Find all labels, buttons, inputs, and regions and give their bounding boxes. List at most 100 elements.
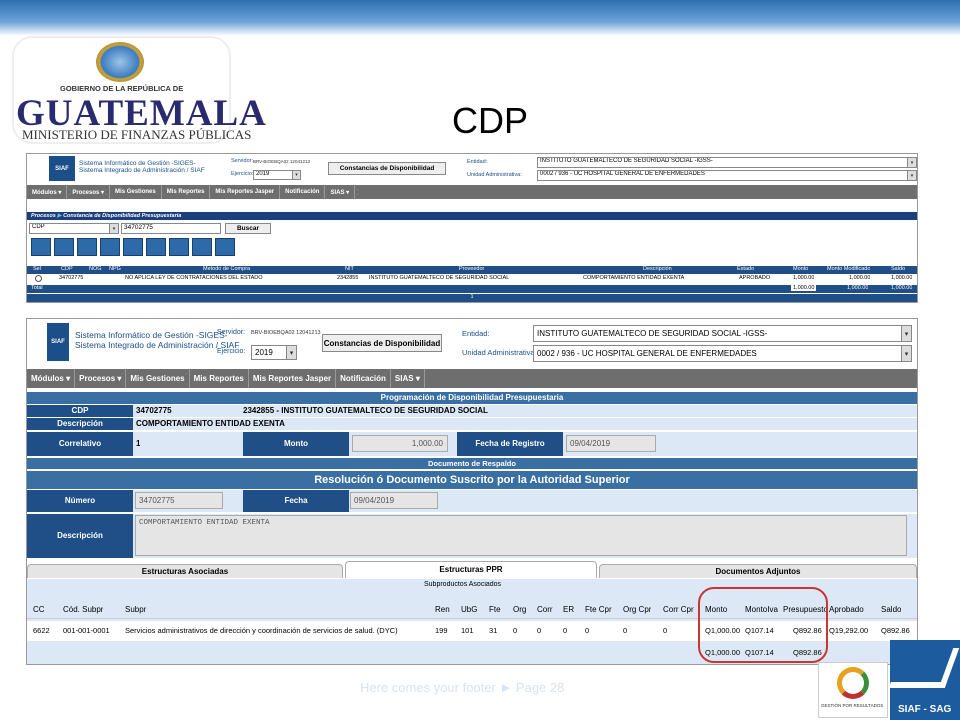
- menu-sias[interactable]: SIAS ▾: [325, 185, 356, 199]
- col-cdp: CDP: [61, 266, 73, 272]
- cell-descripcion: COMPORTAMIENTO ENTIDAD EXENTA: [583, 275, 685, 281]
- servidor-value-2: BRV-BIOEBQA02 12041213: [251, 330, 321, 336]
- table-row[interactable]: 34702775 NO APLICA LEY DE CONTRATACIONES…: [27, 275, 917, 283]
- servidor-label: Servidor:: [231, 158, 254, 164]
- cell-estado: APROBADO: [739, 275, 771, 281]
- print-icon[interactable]: [146, 238, 166, 256]
- menu-mis-gestiones-2[interactable]: Mis Gestiones: [126, 369, 190, 388]
- cell-subpr: Servicios administrativos de dirección y…: [125, 626, 398, 635]
- filter-type-select[interactable]: CDP ▾: [29, 223, 119, 234]
- cell-cc: 6622: [33, 626, 50, 635]
- entidad-select-2[interactable]: INSTITUTO GUATEMALTECO DE SEGURIDAD SOCI…: [533, 325, 912, 342]
- cell-fte: 31: [489, 626, 498, 635]
- coat-of-arms-icon: [96, 42, 144, 82]
- col-corr: Corr: [537, 605, 553, 614]
- fecha-registro-field[interactable]: 09/04/2019: [566, 435, 656, 452]
- unidad-select[interactable]: 0002 / 936 - UC HOSPITAL GENERAL DE ENFE…: [537, 170, 917, 181]
- descripcion-row: Descripción COMPORTAMIENTO ENTIDAD EXENT…: [27, 418, 917, 430]
- numero-field[interactable]: 34702775: [135, 492, 223, 509]
- siaf-sag-logo: SIAF - SAG: [888, 640, 960, 720]
- calculator-icon[interactable]: [169, 238, 189, 256]
- grid-icon[interactable]: [192, 238, 212, 256]
- section-programacion: Programación de Disponibilidad Presupues…: [27, 392, 917, 404]
- cdp-row: CDP 34702775 2342855 - INSTITUTO GUATEMA…: [27, 405, 917, 417]
- toolbar: [31, 238, 235, 258]
- col-cc: CC: [33, 605, 45, 614]
- menu-mis-reportes-2[interactable]: Mis Reportes: [190, 369, 249, 388]
- monto-field[interactable]: 1,000.00: [352, 435, 448, 452]
- siaf-logo: SIAF: [49, 156, 75, 181]
- menu-mis-reportes-jasper[interactable]: Mis Reportes Jasper: [210, 185, 281, 199]
- system-name: Sistema Informático de Gestión -SIGES- Si…: [79, 160, 205, 175]
- cell-metodo: NO APLICA LEY DE CONTRATACIONES DEL ESTA…: [125, 275, 263, 281]
- col-proveedor: Proveedor: [459, 266, 485, 272]
- entidad-select[interactable]: INSTITUTO GUATEMALTECO DE SEGURIDAD SOCI…: [537, 157, 917, 168]
- col-ren: Ren: [435, 605, 450, 614]
- unidad-label: Unidad Administrativa:: [467, 172, 522, 178]
- numero-label: Número: [27, 490, 133, 512]
- logo-ministry: MINISTERIO DE FINANZAS PÚBLICAS: [22, 127, 252, 142]
- total-saldo: 1,000.00: [891, 285, 913, 291]
- fecha-field[interactable]: 09/04/2019: [350, 492, 438, 509]
- system-name-2: Sistema Informático de Gestión -SIGES- Si…: [75, 330, 240, 350]
- cdp-entity: 2342855 - INSTITUTO GUATEMALTECO DE SEGU…: [243, 406, 488, 415]
- menu-notificacion-2[interactable]: Notificación: [336, 369, 391, 388]
- ejercicio-label: Ejercicio:: [231, 171, 254, 177]
- col-ubg: UbG: [461, 605, 478, 614]
- cell-saldo: Q892.86: [881, 626, 910, 635]
- cell-corr-cpr: 0: [663, 626, 668, 635]
- constancias-button[interactable]: Constancias de Disponibilidad: [328, 162, 446, 175]
- tab-estructuras-asociadas[interactable]: Estructuras Asociadas: [27, 564, 343, 578]
- col-saldo: Saldo: [881, 605, 902, 614]
- highlight-ellipse: [698, 587, 828, 663]
- cell-aprobado: Q19,292.00: [829, 626, 869, 635]
- col-fte: Fte: [489, 605, 501, 614]
- screenshot-1: SIAF Sistema Informático de Gestión -SIG…: [26, 153, 918, 303]
- ejercicio-select[interactable]: 2019 ▾: [253, 170, 301, 180]
- unidad-select-2[interactable]: 0002 / 936 - UC HOSPITAL GENERAL DE ENFE…: [533, 345, 912, 362]
- tab-documentos-adjuntos[interactable]: Documentos Adjuntos: [599, 564, 917, 578]
- siaf-arrow-icon: [888, 648, 960, 688]
- menu-procesos-2[interactable]: Procesos ▾: [75, 369, 127, 388]
- gpr-emblem-icon: [837, 667, 869, 699]
- row-select-radio[interactable]: [35, 275, 42, 282]
- filter-value-input[interactable]: 34702775: [121, 223, 221, 234]
- menu-modulos-2[interactable]: Módulos ▾: [27, 369, 76, 388]
- database-icon[interactable]: [215, 238, 235, 256]
- target-icon[interactable]: [123, 238, 143, 256]
- menu-notificacion[interactable]: Notificación: [280, 185, 326, 199]
- col-aprobado: Aprobado: [829, 605, 864, 614]
- menu-sias-2[interactable]: SIAS ▾: [391, 369, 425, 388]
- constancias-button-2[interactable]: Constancias de Disponibilidad: [322, 334, 442, 352]
- menu-mis-reportes[interactable]: Mis Reportes: [162, 185, 211, 199]
- menu-procesos[interactable]: Procesos ▾: [67, 185, 111, 199]
- col-metodo: Metodo de Compra: [203, 266, 251, 272]
- gpr-logo: GESTIÓN POR RESULTADOS: [818, 662, 888, 718]
- gpr-text: GESTIÓN POR RESULTADOS: [821, 703, 884, 708]
- search-button[interactable]: Buscar: [225, 223, 271, 234]
- siaf-logo-2: SIAF: [47, 323, 69, 361]
- col-monto-modificado: Monto Modificado: [827, 266, 871, 272]
- ejercicio-select-2[interactable]: 2019 ▾: [251, 345, 297, 360]
- cell-nit: 2342855: [337, 275, 359, 281]
- menu-mis-reportes-jasper-2[interactable]: Mis Reportes Jasper: [249, 369, 337, 388]
- col-org: Org: [513, 605, 527, 614]
- col-subpr: Subpr: [125, 605, 147, 614]
- cell-org-cpr: 0: [623, 626, 628, 635]
- menu-mis-gestiones[interactable]: Mis Gestiones: [110, 185, 162, 199]
- document-icon[interactable]: [77, 238, 97, 256]
- new-icon[interactable]: [31, 238, 51, 256]
- correlativo-label: Correlativo: [27, 432, 133, 456]
- descripcion2-textarea[interactable]: COMPORTAMIENTO ENTIDAD EXENTA: [135, 515, 907, 556]
- menu-modulos[interactable]: Módulos ▾: [27, 185, 68, 199]
- cdp-value: 34702775: [136, 406, 172, 415]
- fecha-registro-label: Fecha de Registro: [457, 432, 563, 456]
- tab-estructuras-ppr[interactable]: Estructuras PPR: [345, 561, 597, 578]
- cdp-label: CDP: [27, 405, 133, 417]
- save-icon[interactable]: [54, 238, 74, 256]
- col-cod-subpr: Cód. Subpr: [63, 605, 104, 614]
- search-document-icon[interactable]: [100, 238, 120, 256]
- page-number[interactable]: 1: [470, 294, 473, 300]
- breadcrumb-root[interactable]: Procesos: [31, 213, 56, 219]
- descripcion-label: Descripción: [27, 418, 133, 430]
